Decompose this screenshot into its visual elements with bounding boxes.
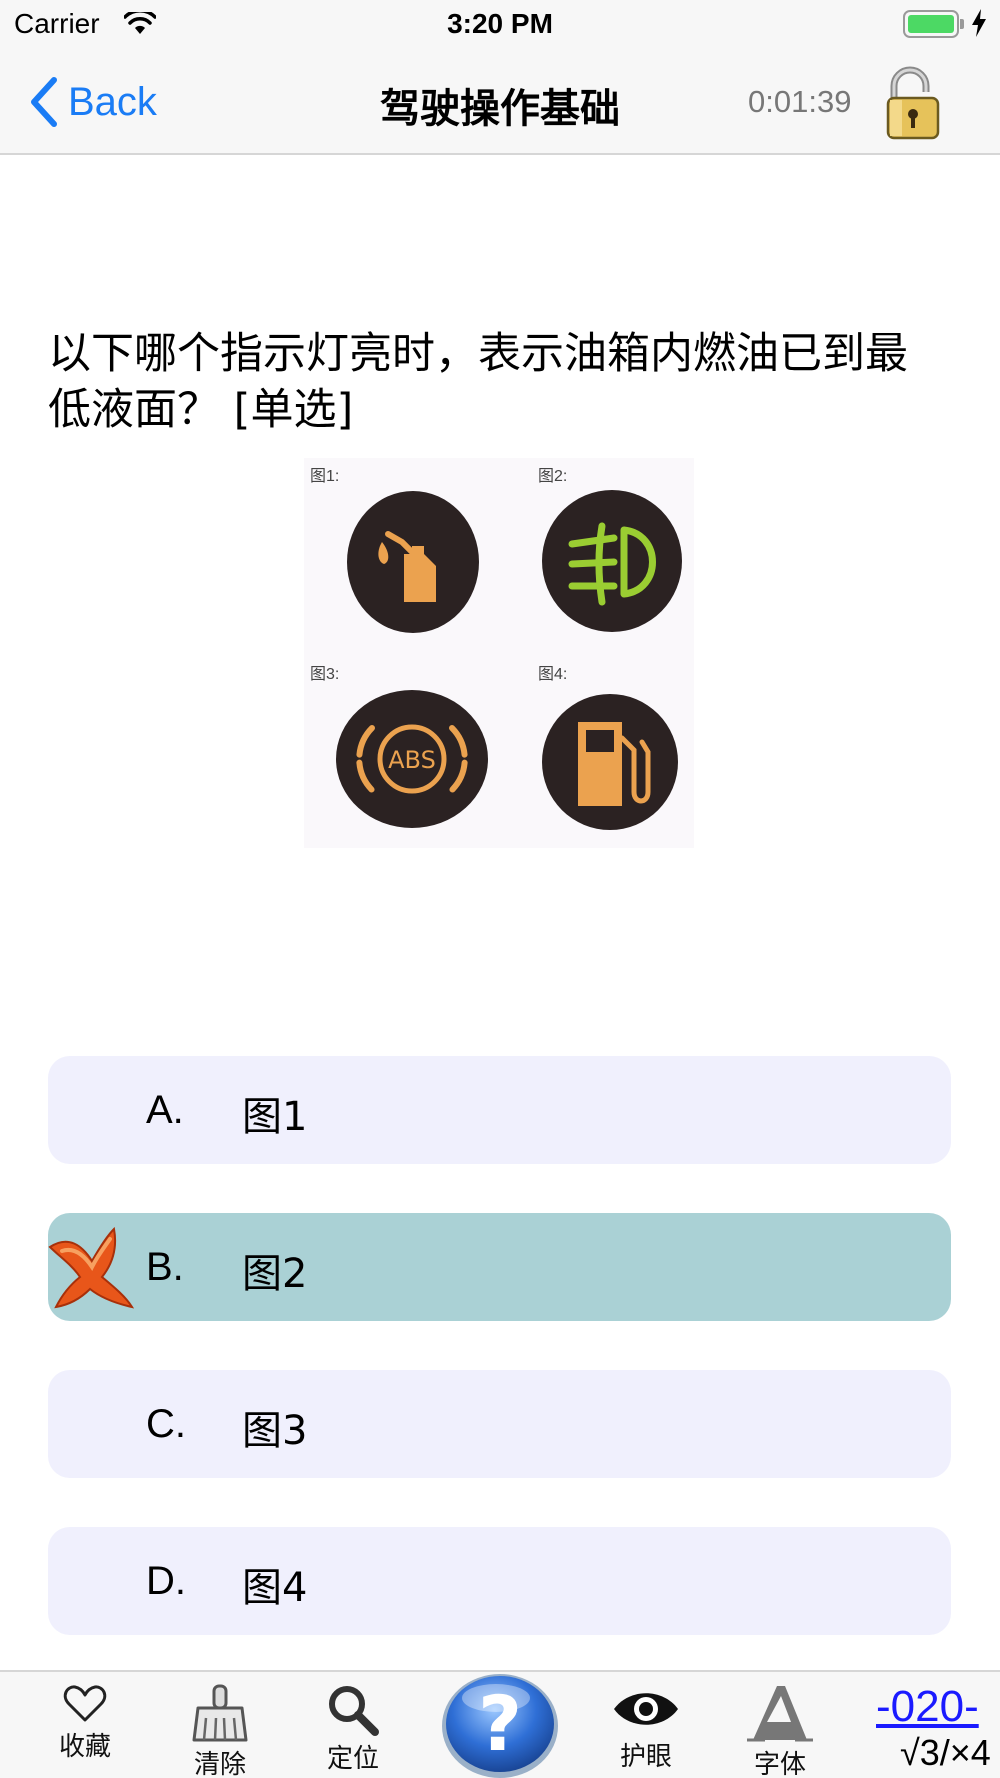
question-number-link[interactable]: -020- (876, 1682, 1000, 1732)
clear-label: 清除 (193, 1750, 246, 1778)
battery-icon (903, 10, 959, 38)
font-a-icon (747, 1686, 813, 1742)
option-d[interactable]: D. 图4 (48, 1527, 951, 1635)
option-letter: D. (146, 1559, 186, 1603)
question-text: 以下哪个指示灯亮时，表示油箱内燃油已到最低液面？ [单选] (48, 329, 908, 435)
bottom-toolbar: 收藏 清除 定位 ? 护眼 字体 -020- √3/×4 (0, 1670, 1000, 1778)
heart-icon (63, 1685, 107, 1722)
back-chevron-icon (31, 77, 57, 127)
back-label: Back (68, 79, 157, 124)
charging-bolt-icon (972, 9, 986, 37)
favorite-label: 收藏 (58, 1732, 111, 1762)
clear-button[interactable]: 清除 (170, 1684, 270, 1778)
abs-label: ABS (388, 746, 436, 774)
eye-label: 护眼 (619, 1742, 672, 1772)
font-button[interactable]: 字体 (730, 1684, 830, 1778)
option-a[interactable]: A. 图1 (48, 1056, 951, 1164)
score-tally: √3/×4 (900, 1732, 991, 1773)
fuel-pump-warning-icon (542, 694, 678, 830)
locate-button[interactable]: 定位 (303, 1684, 403, 1775)
question-image: 图1: 图2: 图3: 图4: ABS (304, 458, 694, 848)
image-label-3: 图3: (310, 666, 340, 683)
battery-cap (960, 19, 964, 29)
navigation-bar: Back 驾驶操作基础 0:01:39 (0, 50, 1000, 155)
option-c[interactable]: C. 图3 (48, 1370, 951, 1478)
favorite-button[interactable]: 收藏 (35, 1684, 135, 1763)
wrong-mark-icon (48, 1227, 134, 1309)
page-title: 驾驶操作基础 (380, 86, 620, 132)
font-label: 字体 (753, 1750, 806, 1778)
svg-text:?: ? (478, 1679, 522, 1768)
option-letter: B. (146, 1245, 184, 1289)
magnifier-icon (329, 1686, 379, 1736)
question-counter[interactable]: -020- √3/×4 (876, 1682, 1000, 1774)
status-time: 3:20 PM (447, 8, 553, 39)
abs-warning-icon: ABS (336, 690, 488, 828)
elapsed-timer: 0:01:39 (748, 84, 852, 119)
option-text: 图1 (242, 1094, 308, 1140)
option-text: 图3 (242, 1408, 308, 1454)
locate-label: 定位 (326, 1744, 379, 1774)
option-text: 图2 (242, 1251, 308, 1297)
option-b[interactable]: B. 图2 (48, 1213, 951, 1321)
option-letter: A. (146, 1088, 184, 1132)
option-letter: C. (146, 1402, 186, 1446)
broom-icon (192, 1684, 248, 1742)
status-bar: Carrier 3:20 PM (0, 0, 1000, 50)
image-label-1: 图1: (310, 468, 340, 485)
help-icon[interactable]: ? (440, 1664, 560, 1778)
oil-can-warning-icon (347, 491, 479, 633)
image-label-2: 图2: (538, 468, 568, 485)
eye-icon (614, 1693, 678, 1725)
eye-care-button[interactable]: 护眼 (596, 1684, 696, 1773)
image-label-4: 图4: (538, 666, 568, 683)
option-text: 图4 (242, 1565, 308, 1611)
lock-icon[interactable] (880, 64, 944, 144)
fog-light-indicator-icon (542, 490, 682, 632)
back-button[interactable]: Back (28, 74, 157, 130)
